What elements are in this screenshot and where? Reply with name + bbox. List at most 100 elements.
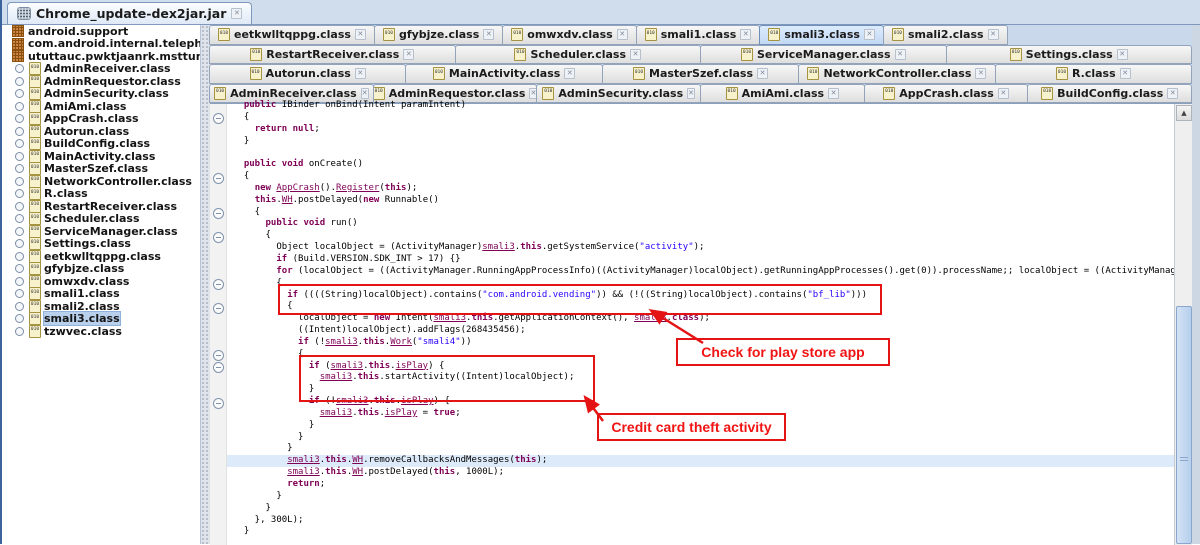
tree-expander-icon[interactable] <box>15 152 24 161</box>
fold-collapse-icon[interactable] <box>213 173 224 184</box>
tree-item-class[interactable]: MainActivity.class <box>2 150 200 163</box>
code-link[interactable]: Work <box>390 337 412 347</box>
close-icon[interactable]: ✕ <box>740 29 751 40</box>
file-tab[interactable]: MainActivity.class✕ <box>405 64 602 84</box>
close-icon[interactable]: ✕ <box>483 29 494 40</box>
tree-item-class[interactable]: BuildConfig.class <box>2 138 200 151</box>
close-icon[interactable]: ✕ <box>1167 88 1178 99</box>
close-icon[interactable]: ✕ <box>630 49 641 60</box>
code-lines[interactable]: public IBinder onBind(Intent paramIntent… <box>227 100 1175 545</box>
code-link[interactable]: smali3 <box>434 313 467 323</box>
file-tab[interactable]: eetkwlltqppg.class✕ <box>209 25 375 45</box>
file-tab[interactable]: smali2.class✕ <box>883 25 1008 45</box>
tree-expander-icon[interactable] <box>15 164 24 173</box>
file-tab[interactable]: Autorun.class✕ <box>209 64 406 84</box>
close-icon[interactable]: ✕ <box>998 88 1009 99</box>
tree-expander-icon[interactable] <box>15 239 24 248</box>
file-tab[interactable]: smali3.class✕ <box>759 25 884 45</box>
tree-expander-icon[interactable] <box>15 64 24 73</box>
tree-expander-icon[interactable] <box>15 77 24 86</box>
code-link[interactable]: WH <box>282 195 293 205</box>
tree-item-class[interactable]: gfybjze.class <box>2 263 200 276</box>
tree-item-class[interactable]: AdminReceiver.class <box>2 63 200 76</box>
tree-item-class[interactable]: AdminSecurity.class <box>2 88 200 101</box>
fold-collapse-icon[interactable] <box>213 208 224 219</box>
code-link[interactable]: AppCrash <box>276 183 319 193</box>
tree-item-class[interactable]: eetkwlltqppg.class <box>2 250 200 263</box>
tree-expander-icon[interactable] <box>15 89 24 98</box>
code-link[interactable]: smali3 <box>634 313 667 323</box>
tree-item-class[interactable]: Scheduler.class <box>2 213 200 226</box>
close-icon[interactable]: ✕ <box>564 68 575 79</box>
tree-item-class[interactable]: AdminRequestor.class <box>2 75 200 88</box>
code-link[interactable]: WH <box>352 455 363 465</box>
close-icon[interactable]: ✕ <box>231 8 242 19</box>
fold-collapse-icon[interactable] <box>213 350 224 361</box>
close-icon[interactable]: ✕ <box>975 68 986 79</box>
tree-item-package[interactable]: android.support <box>2 25 200 38</box>
tree-item-class[interactable]: R.class <box>2 188 200 201</box>
jar-file-tab[interactable]: Chrome_update-dex2jar.jar ✕ <box>7 2 252 24</box>
tree-expander-icon[interactable] <box>15 127 24 136</box>
close-icon[interactable]: ✕ <box>355 29 366 40</box>
tree-item-class[interactable]: Autorun.class <box>2 125 200 138</box>
close-icon[interactable]: ✕ <box>361 88 369 99</box>
tree-item-class[interactable]: ServiceManager.class <box>2 225 200 238</box>
tree-expander-icon[interactable] <box>15 327 24 336</box>
tree-item-package[interactable]: com.android.internal.telephon <box>2 38 200 51</box>
tree-expander-icon[interactable] <box>15 252 24 261</box>
tree-expander-icon[interactable] <box>15 189 24 198</box>
close-icon[interactable]: ✕ <box>617 29 628 40</box>
code-link[interactable]: Register <box>336 183 379 193</box>
close-icon[interactable]: ✕ <box>1117 49 1128 60</box>
code-link[interactable]: smali3 <box>482 242 515 252</box>
tree-expander-icon[interactable] <box>15 202 24 211</box>
tree-item-class[interactable]: AppCrash.class <box>2 113 200 126</box>
code-link[interactable]: isPlay <box>385 408 418 418</box>
tree-expander-icon[interactable] <box>15 227 24 236</box>
close-icon[interactable]: ✕ <box>828 88 839 99</box>
file-tab[interactable]: omwxdv.class✕ <box>502 25 636 45</box>
fold-collapse-icon[interactable] <box>213 303 224 314</box>
close-icon[interactable]: ✕ <box>988 29 999 40</box>
file-tab[interactable]: MasterSzef.class✕ <box>602 64 799 84</box>
file-tab[interactable]: Scheduler.class✕ <box>455 45 702 65</box>
tree-item-class[interactable]: smali2.class <box>2 300 200 313</box>
tree-item-class[interactable]: smali3.class <box>2 313 200 326</box>
tree-expander-icon[interactable] <box>15 289 24 298</box>
file-tab[interactable]: gfybjze.class✕ <box>374 25 503 45</box>
file-tab[interactable]: R.class✕ <box>995 64 1192 84</box>
file-tab[interactable]: smali1.class✕ <box>636 25 761 45</box>
file-tab[interactable]: Settings.class✕ <box>946 45 1193 65</box>
vertical-scrollbar[interactable]: ▲ <box>1174 104 1192 545</box>
code-link[interactable]: smali3 <box>331 361 364 371</box>
fold-collapse-icon[interactable] <box>213 398 224 409</box>
file-tab[interactable]: RestartReceiver.class✕ <box>209 45 456 65</box>
tree-expander-icon[interactable] <box>15 114 24 123</box>
tree-expander-icon[interactable] <box>15 102 24 111</box>
fold-collapse-icon[interactable] <box>213 279 224 290</box>
tree-item-package[interactable]: ututtauc.pwktjaanrk.msttumrk <box>2 50 200 63</box>
code-link[interactable]: smali3 <box>287 467 320 477</box>
tree-item-class[interactable]: omwxdv.class <box>2 275 200 288</box>
tree-expander-icon[interactable] <box>15 264 24 273</box>
tree-expander-icon[interactable] <box>15 214 24 223</box>
close-icon[interactable]: ✕ <box>864 29 875 40</box>
file-tab[interactable]: NetworkController.class✕ <box>798 64 995 84</box>
tree-item-class[interactable]: Settings.class <box>2 238 200 251</box>
tree-item-class[interactable]: RestartReceiver.class <box>2 200 200 213</box>
fold-collapse-icon[interactable] <box>213 113 224 124</box>
scroll-up-icon[interactable]: ▲ <box>1176 105 1192 121</box>
code-link[interactable]: smali3 <box>320 408 353 418</box>
scrollbar-thumb[interactable] <box>1176 306 1192 544</box>
close-icon[interactable]: ✕ <box>403 49 414 60</box>
close-icon[interactable]: ✕ <box>895 49 906 60</box>
fold-collapse-icon[interactable] <box>213 232 224 243</box>
tree-item-class[interactable]: NetworkController.class <box>2 175 200 188</box>
tree-item-class[interactable]: MasterSzef.class <box>2 163 200 176</box>
code-link[interactable]: isPlay <box>401 396 434 406</box>
tree-item-class[interactable]: AmiAmi.class <box>2 100 200 113</box>
tree-expander-icon[interactable] <box>15 302 24 311</box>
close-icon[interactable]: ✕ <box>355 68 366 79</box>
close-icon[interactable]: ✕ <box>1120 68 1131 79</box>
